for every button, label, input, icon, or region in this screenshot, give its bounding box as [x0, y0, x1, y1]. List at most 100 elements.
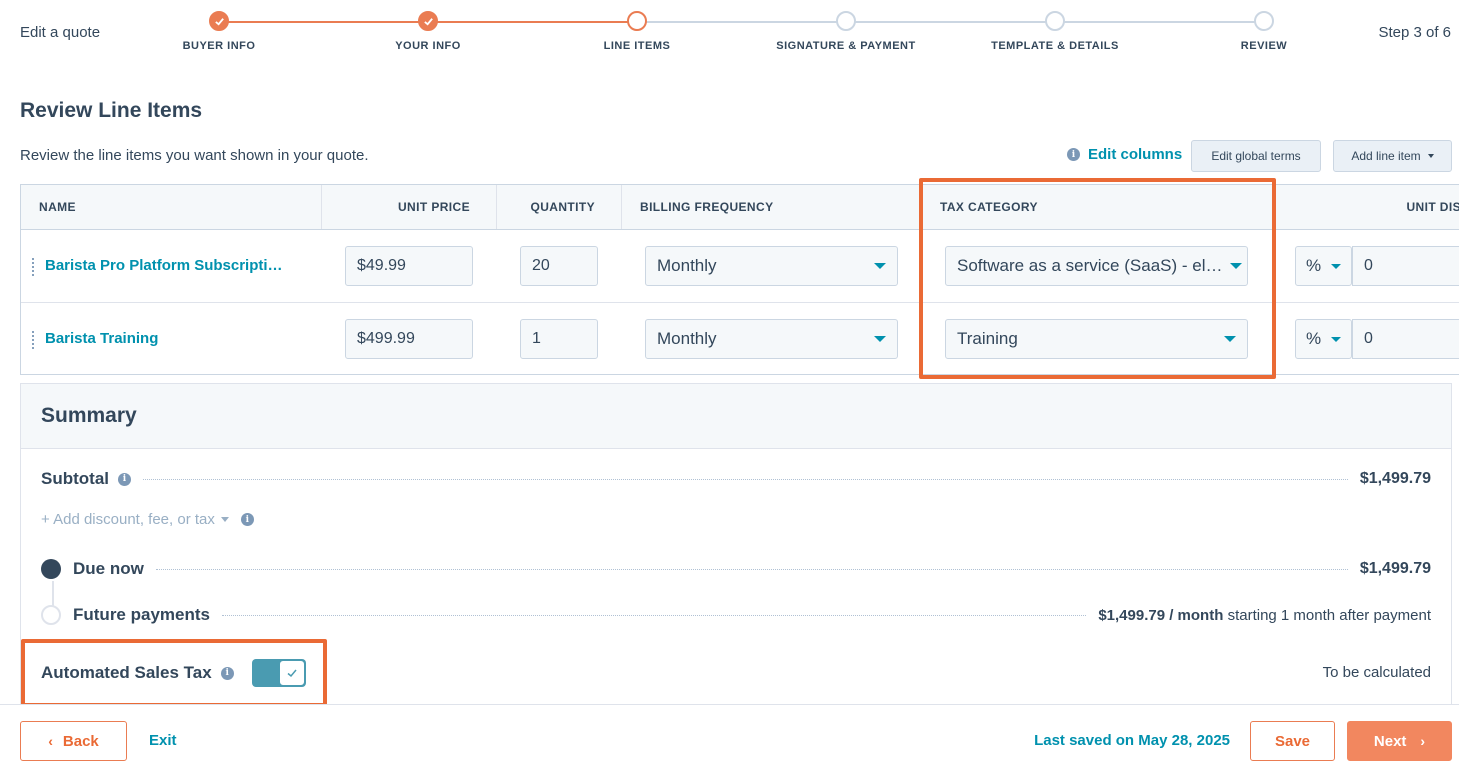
save-button[interactable]: Save	[1250, 721, 1335, 761]
discount-value-input[interactable]: 0	[1352, 319, 1459, 359]
chevron-down-icon	[874, 336, 886, 342]
table-row: Barista Pro Platform Subscripti… $49.99 …	[21, 230, 1459, 303]
save-label: Save	[1274, 732, 1311, 750]
edit-columns-link[interactable]: i Edit columns	[1067, 146, 1182, 163]
column-header-tax-category[interactable]: TAX CATEGORY	[921, 185, 1275, 229]
future-payments-row: Future payments $1,499.79 / month starti…	[41, 605, 1431, 625]
unit-price-input[interactable]: $49.99	[345, 246, 473, 286]
quantity-input[interactable]: 1	[520, 319, 598, 359]
info-icon[interactable]: i	[240, 513, 254, 526]
due-now-label: Due now	[73, 559, 144, 578]
automated-sales-tax-row: Automated Sales Tax i	[41, 659, 306, 687]
billing-frequency-value: Monthly	[657, 256, 717, 275]
chevron-down-icon	[220, 517, 229, 522]
step-label: REVIEW	[1240, 40, 1288, 52]
automated-sales-tax-toggle[interactable]	[251, 659, 306, 687]
column-header-quantity[interactable]: QUANTITY	[497, 185, 622, 229]
chevron-left-icon: ‹	[48, 733, 53, 749]
exit-link[interactable]: Exit	[149, 732, 177, 749]
due-now-row: Due now $1,499.79	[41, 559, 1431, 579]
add-line-item-label: Add line item	[1351, 149, 1421, 163]
step-label: TEMPLATE & DETAILS	[991, 40, 1119, 52]
column-header-billing-frequency[interactable]: BILLING FREQUENCY	[622, 185, 921, 229]
timeline-dot-empty-icon	[41, 605, 61, 625]
check-icon	[418, 11, 438, 31]
step-line-items[interactable]: LINE ITEMS	[557, 11, 717, 52]
column-header-unit-price[interactable]: UNIT PRICE	[322, 185, 497, 229]
quantity-input[interactable]: 20	[520, 246, 598, 286]
page-description: Review the line items you want shown in …	[20, 147, 369, 164]
future-payments-label: Future payments	[73, 605, 210, 624]
billing-frequency-select[interactable]: Monthly	[645, 319, 898, 359]
chevron-down-icon	[874, 263, 886, 269]
step-your-info[interactable]: YOUR INFO	[348, 11, 508, 52]
step-count: Step 3 of 6	[1378, 24, 1451, 41]
chevron-down-icon	[1427, 154, 1434, 158]
last-saved-status: Last saved on May 28, 2025	[1034, 732, 1230, 749]
discount-type-select[interactable]: %	[1295, 246, 1352, 286]
edit-global-terms-button[interactable]: Edit global terms	[1191, 140, 1321, 172]
header-title: Edit a quote	[20, 24, 101, 41]
add-discount-label: + Add discount, fee, or tax	[41, 511, 215, 528]
step-label: YOUR INFO	[395, 40, 461, 52]
discount-value-input[interactable]: 0	[1352, 246, 1459, 286]
upcoming-step-indicator	[1254, 11, 1274, 31]
billing-frequency-value: Monthly	[657, 329, 717, 348]
step-label: SIGNATURE & PAYMENT	[776, 40, 916, 52]
automated-sales-tax-label: Automated Sales Tax	[41, 663, 212, 682]
chevron-down-icon	[1224, 336, 1236, 342]
check-icon	[209, 11, 229, 31]
summary-header: Summary	[21, 384, 1451, 449]
edit-global-terms-label: Edit global terms	[1211, 149, 1301, 163]
discount-type-value: %	[1306, 256, 1322, 275]
edit-columns-label: Edit columns	[1088, 146, 1183, 163]
step-review[interactable]: REVIEW	[1184, 11, 1344, 52]
line-item-name-link[interactable]: Barista Pro Platform Subscripti…	[45, 257, 283, 274]
step-template-details[interactable]: TEMPLATE & DETAILS	[975, 11, 1135, 52]
page-title: Review Line Items	[20, 99, 203, 122]
automated-sales-tax-value: To be calculated	[1322, 664, 1431, 681]
check-icon	[278, 660, 305, 686]
info-icon: i	[1067, 148, 1080, 161]
step-buyer-info[interactable]: BUYER INFO	[139, 11, 299, 52]
tax-category-select[interactable]: Software as a service (SaaS) - el…	[945, 246, 1248, 286]
summary-title: Summary	[41, 404, 137, 427]
progress-stepper: BUYER INFO YOUR INFO LINE ITEMS SIGNATUR…	[0, 0, 1459, 70]
column-header-name[interactable]: NAME	[21, 185, 322, 229]
future-payments-value: $1,499.79 / month starting 1 month after…	[1098, 607, 1431, 624]
next-button[interactable]: Next ›	[1347, 721, 1452, 761]
timeline-dot-filled-icon	[41, 559, 61, 579]
step-connector	[637, 21, 1264, 23]
column-header-unit-discount[interactable]: UNIT DIS	[1275, 185, 1459, 229]
line-item-name-link[interactable]: Barista Training	[45, 330, 158, 347]
tax-category-value: Software as a service (SaaS) - el…	[957, 256, 1223, 275]
subtotal-label: Subtotal	[41, 469, 109, 488]
dotted-leader	[221, 614, 1087, 616]
back-label: Back	[62, 732, 99, 750]
tax-category-select[interactable]: Training	[945, 319, 1248, 359]
chevron-down-icon	[1230, 263, 1243, 269]
step-signature-payment[interactable]: SIGNATURE & PAYMENT	[766, 11, 926, 52]
add-line-item-button[interactable]: Add line item	[1333, 140, 1452, 172]
upcoming-step-indicator	[836, 11, 856, 31]
upcoming-step-indicator	[1045, 11, 1065, 31]
future-payments-suffix: starting 1 month after payment	[1227, 606, 1431, 624]
next-label: Next	[1373, 732, 1407, 750]
info-icon[interactable]: i	[220, 666, 234, 680]
unit-price-input[interactable]: $499.99	[345, 319, 473, 359]
billing-frequency-select[interactable]: Monthly	[645, 246, 898, 286]
chevron-down-icon	[1331, 336, 1341, 342]
back-button[interactable]: ‹ Back	[20, 721, 127, 761]
drag-handle-icon[interactable]	[31, 330, 35, 350]
discount-type-select[interactable]: %	[1295, 319, 1352, 359]
drag-handle-icon[interactable]	[31, 257, 35, 277]
future-payments-amount: $1,499.79 / month	[1098, 606, 1224, 624]
dotted-leader	[143, 478, 1348, 480]
step-label: BUYER INFO	[182, 40, 256, 52]
info-icon[interactable]: i	[118, 472, 131, 486]
summary-panel: Summary Subtotal i $1,499.79 + Add disco…	[20, 383, 1452, 713]
add-discount-fee-tax-link[interactable]: + Add discount, fee, or tax i	[41, 511, 254, 528]
tax-category-value: Training	[957, 329, 1018, 348]
due-now-value: $1,499.79	[1359, 560, 1431, 577]
chevron-down-icon	[1331, 263, 1341, 269]
